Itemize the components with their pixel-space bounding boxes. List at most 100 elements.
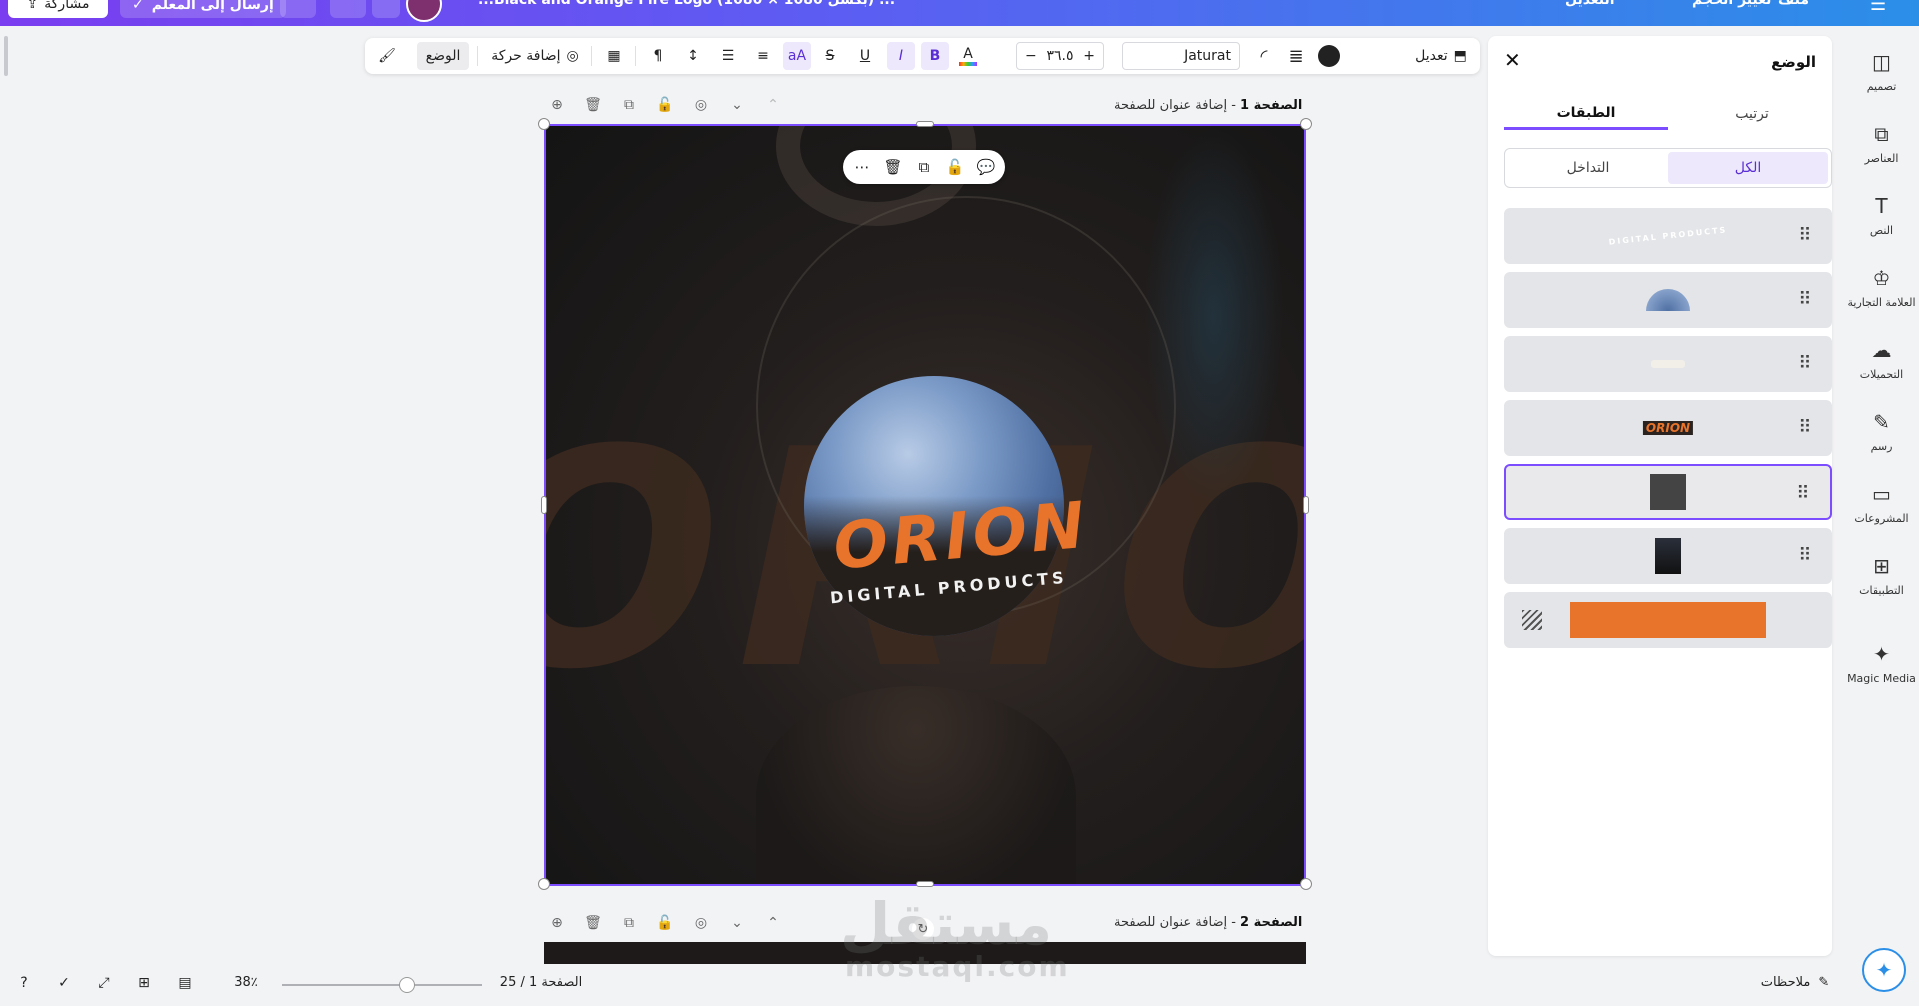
layer-item-selected[interactable]: ⠿ bbox=[1504, 464, 1832, 520]
drag-handle-icon[interactable]: ⠿ bbox=[1798, 416, 1812, 440]
tab-layers[interactable]: الطبقات bbox=[1504, 98, 1668, 130]
lock-page-icon[interactable]: 🔓 bbox=[654, 912, 676, 934]
file-menu[interactable]: ملف bbox=[1778, 0, 1809, 8]
edit-button[interactable]: تعديل ⬒ bbox=[1407, 42, 1475, 70]
corner-rounding-icon[interactable]: ◜ bbox=[1253, 42, 1275, 70]
resize-handle-bottom[interactable] bbox=[916, 881, 934, 887]
close-icon[interactable]: ✕ bbox=[1504, 48, 1521, 72]
send-to-teacher-button[interactable]: ✓ إرسال إلى المعلم bbox=[120, 0, 286, 18]
design-canvas[interactable]: ORION ORION DIGITAL PRODUCTS bbox=[544, 124, 1306, 886]
add-collaborator-button[interactable] bbox=[372, 0, 400, 18]
drag-handle-icon[interactable]: ⠿ bbox=[1798, 352, 1812, 376]
delete-element-icon[interactable]: 🗑 bbox=[882, 156, 904, 178]
chevron-down-icon[interactable]: ⌄ bbox=[726, 94, 748, 116]
drag-handle-icon[interactable]: ⠿ bbox=[1798, 288, 1812, 312]
zoom-slider-knob[interactable] bbox=[399, 977, 415, 993]
help-icon[interactable]: ? bbox=[12, 975, 36, 991]
font-size-value[interactable]: ٣٦.٥ bbox=[1046, 48, 1073, 64]
delete-page-icon[interactable]: 🗑 bbox=[582, 94, 604, 116]
line-spacing-icon[interactable]: ↕ bbox=[680, 42, 706, 70]
copy-style-icon[interactable]: 🖌 bbox=[373, 42, 401, 70]
letter-case-button[interactable]: aA bbox=[783, 42, 811, 70]
rail-text[interactable]: T النص bbox=[1844, 194, 1919, 237]
resize-handle-right[interactable] bbox=[1303, 496, 1309, 514]
document-title[interactable]: ...Black and Orange Fire Logo (1080 × 10… bbox=[478, 0, 895, 8]
strikethrough-button[interactable]: S bbox=[817, 42, 843, 70]
size-decrease[interactable]: − bbox=[1025, 48, 1037, 64]
resize-handle-tr[interactable] bbox=[1300, 118, 1312, 130]
hide-page-icon[interactable]: ◎ bbox=[690, 912, 712, 934]
rail-magic-media[interactable]: ✦ Magic Media bbox=[1844, 642, 1919, 685]
share-button[interactable]: ⇪ مشاركة bbox=[8, 0, 108, 18]
chevron-up-icon[interactable]: ⌃ bbox=[762, 94, 784, 116]
add-animation-button[interactable]: إضافة حركة ◎ bbox=[485, 42, 585, 70]
filter-all[interactable]: الكل bbox=[1668, 152, 1828, 184]
tab-arrange[interactable]: ترتيب bbox=[1670, 98, 1834, 130]
layer-item[interactable]: ⠿ bbox=[1504, 528, 1832, 584]
underline-button[interactable]: U bbox=[852, 42, 878, 70]
rail-design[interactable]: ◫ تصميم bbox=[1844, 50, 1919, 93]
comment-button[interactable] bbox=[280, 0, 316, 18]
bold-button[interactable]: B bbox=[921, 42, 949, 70]
italic-button[interactable]: I bbox=[887, 42, 915, 70]
align-center-icon[interactable]: ≡ bbox=[750, 42, 776, 70]
duplicate-element-icon[interactable]: ⧉ bbox=[913, 156, 935, 178]
resize-handle-br[interactable] bbox=[1300, 878, 1312, 890]
resize-handle-tl[interactable] bbox=[538, 118, 550, 130]
page-1-title[interactable]: الصفحة 1 - إضافة عنوان للصفحة bbox=[1114, 98, 1302, 113]
zoom-slider[interactable] bbox=[282, 977, 482, 993]
size-increase[interactable]: + bbox=[1083, 48, 1095, 64]
drag-handle-icon[interactable]: ⠿ bbox=[1796, 482, 1810, 506]
more-options-icon[interactable]: ⋯ bbox=[851, 156, 873, 178]
rail-brand[interactable]: ♔ العلامة التجارية bbox=[1844, 266, 1919, 309]
layer-item[interactable]: DIGITAL PRODUCTS ⠿ bbox=[1504, 208, 1832, 264]
layer-item[interactable] bbox=[1504, 592, 1832, 648]
add-page-icon[interactable]: ⊕ bbox=[546, 94, 568, 116]
fullscreen-icon[interactable]: ⤢ bbox=[92, 975, 116, 991]
hide-page-icon[interactable]: ◎ bbox=[690, 94, 712, 116]
hamburger-menu-icon[interactable]: ☰ bbox=[1870, 0, 1886, 15]
rail-draw[interactable]: ✎ رسم bbox=[1844, 410, 1919, 453]
resize-menu[interactable]: تغيير الحجم bbox=[1692, 0, 1771, 8]
transparency-icon[interactable]: ▦ bbox=[601, 42, 627, 70]
lock-page-icon[interactable]: 🔓 bbox=[654, 94, 676, 116]
drag-handle-icon[interactable]: ⠿ bbox=[1798, 544, 1812, 568]
rail-apps[interactable]: ⊞ التطبيقات bbox=[1844, 554, 1919, 597]
chevron-up-icon[interactable]: ⌃ bbox=[762, 912, 784, 934]
lock-element-icon[interactable]: 🔓 bbox=[944, 156, 966, 178]
add-page-icon[interactable]: ⊕ bbox=[546, 912, 568, 934]
notes-button[interactable]: ملاحظات ✎ bbox=[1750, 975, 1840, 990]
duplicate-page-icon[interactable]: ⧉ bbox=[618, 912, 640, 934]
chevron-down-icon[interactable]: ⌄ bbox=[726, 912, 748, 934]
resize-handle-top[interactable] bbox=[916, 121, 934, 127]
layer-item[interactable]: ORION ⠿ bbox=[1504, 400, 1832, 456]
logo-name[interactable]: ORION bbox=[831, 489, 1092, 585]
check-icon[interactable]: ✓ bbox=[52, 975, 76, 991]
filter-overlapping[interactable]: التداخل bbox=[1508, 152, 1668, 184]
resize-handle-left[interactable] bbox=[541, 496, 547, 514]
layer-item[interactable]: ⠿ bbox=[1504, 272, 1832, 328]
rail-uploads[interactable]: ☁ التحميلات bbox=[1844, 338, 1919, 381]
zoom-value[interactable]: 38٪ bbox=[226, 975, 266, 990]
drag-handle-icon[interactable]: ⠿ bbox=[1798, 224, 1812, 248]
page-indicator[interactable]: الصفحة 1 / 25 bbox=[496, 975, 586, 990]
avatar[interactable] bbox=[406, 0, 442, 22]
analytics-button[interactable] bbox=[330, 0, 366, 18]
comment-add-icon[interactable]: 💬 bbox=[975, 156, 997, 178]
color-swatch[interactable] bbox=[1315, 42, 1343, 70]
scroll-view-icon[interactable]: ▤ bbox=[172, 975, 198, 991]
border-style-icon[interactable]: ≣ bbox=[1283, 42, 1309, 70]
rail-projects[interactable]: ▭ المشروعات bbox=[1844, 482, 1919, 525]
duplicate-page-icon[interactable]: ⧉ bbox=[618, 94, 640, 116]
font-family-select[interactable]: Jaturat bbox=[1122, 42, 1240, 70]
position-button[interactable]: الوضع bbox=[417, 42, 469, 70]
text-direction-icon[interactable]: ¶ bbox=[645, 42, 671, 70]
text-color-button[interactable]: A bbox=[955, 42, 981, 70]
list-icon[interactable]: ☰ bbox=[715, 42, 741, 70]
rail-elements[interactable]: ⧉ العناصر bbox=[1844, 122, 1919, 165]
grid-view-icon[interactable]: ⊞ bbox=[132, 975, 156, 991]
page-2-title[interactable]: الصفحة 2 - إضافة عنوان للصفحة bbox=[1114, 915, 1302, 930]
font-size-stepper[interactable]: − ٣٦.٥ + bbox=[1016, 42, 1104, 70]
edit-menu[interactable]: التعديل bbox=[1565, 0, 1615, 8]
delete-page-icon[interactable]: 🗑 bbox=[582, 912, 604, 934]
